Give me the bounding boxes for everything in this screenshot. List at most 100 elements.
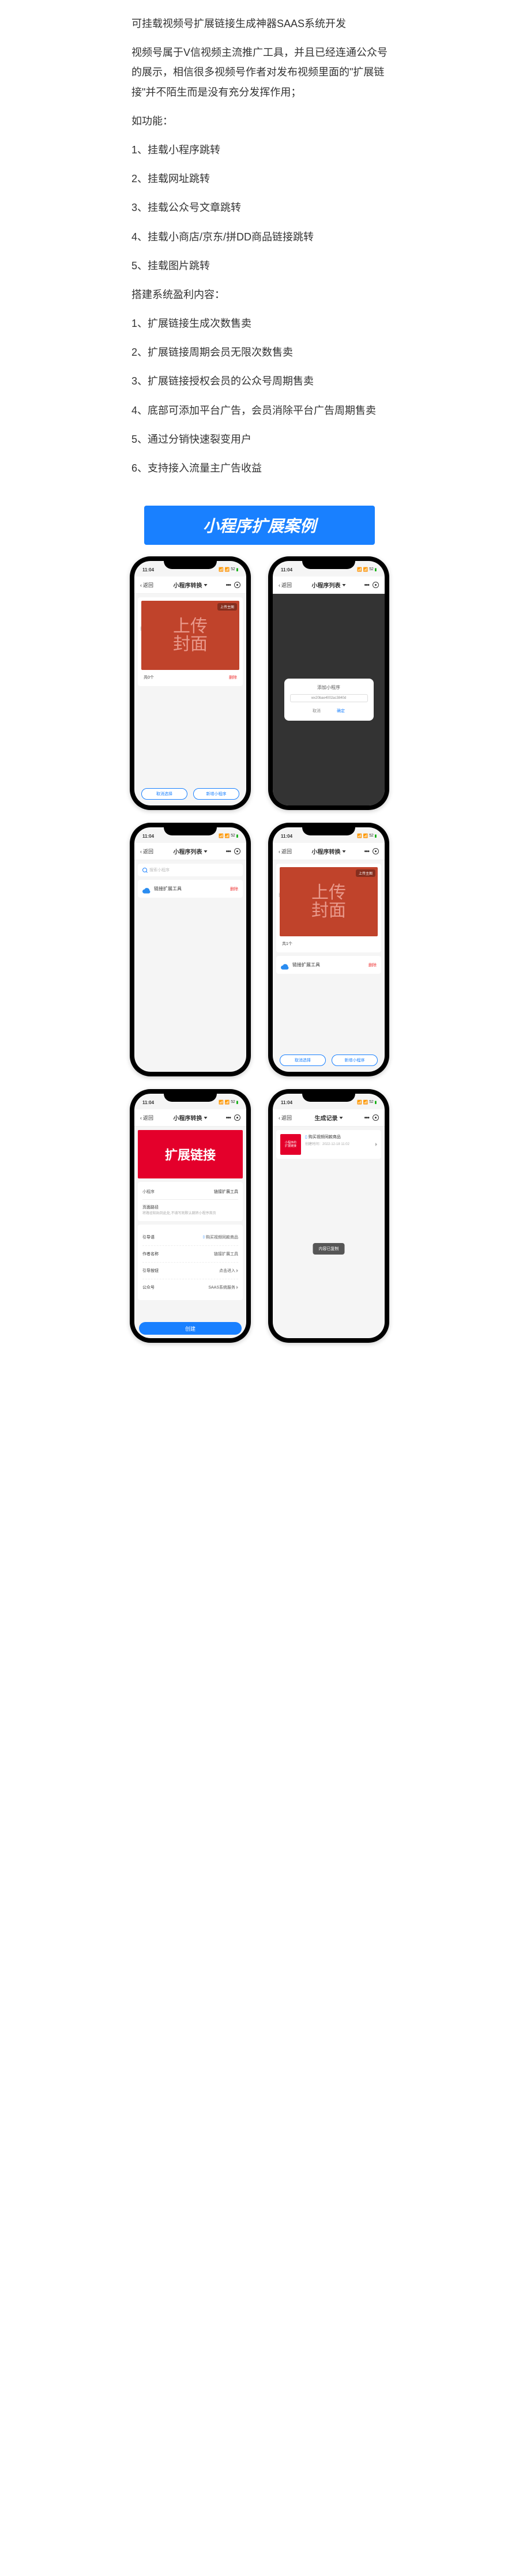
link-icon: ▯: [305, 1135, 307, 1139]
item-count: 共1个: [282, 941, 292, 947]
feature-item: 5、挂载图片跳转: [131, 256, 388, 276]
phone-screen: 11:04 📶📶52▮ ‹ 返回 小程序转换 ••• https://www.h…: [273, 827, 385, 1072]
row-label: 公众号: [142, 1285, 155, 1290]
upload-main-button[interactable]: 上传主图: [356, 869, 375, 877]
close-icon[interactable]: [373, 1114, 379, 1121]
close-icon[interactable]: [234, 848, 240, 854]
status-icons: 📶📶52▮: [219, 567, 238, 572]
section-banner-wrap: 小程序扩展案例: [0, 506, 519, 545]
form-row-guide-text[interactable]: 引导语 ▯购买视频同款商品: [142, 1229, 238, 1246]
create-button[interactable]: 创建: [139, 1322, 242, 1335]
delete-action[interactable]: 删除: [229, 675, 237, 680]
cancel-select-button[interactable]: 取消选择: [280, 1054, 326, 1066]
phone-screen: 11:04 📶📶52▮ ‹ 返回 小程序列表 ••• 添加小程序 wx20bae…: [273, 561, 385, 805]
form-section-top: 小程序 链接扩展工具 页面路径 将路径粘贴到此处,不填写则默认跳转小程序首页: [138, 1182, 243, 1221]
nav-title[interactable]: 生成记录: [315, 1113, 343, 1122]
close-icon[interactable]: [234, 1114, 240, 1121]
back-button[interactable]: ‹ 返回: [140, 1114, 153, 1121]
menu-icon[interactable]: •••: [364, 1114, 369, 1121]
delete-button[interactable]: 删除: [230, 886, 238, 892]
item-count: 共0个: [144, 675, 154, 680]
item-count-row: 共1个: [280, 936, 378, 947]
row-label: 引导语: [142, 1234, 155, 1240]
status-time: 11:04: [281, 834, 292, 839]
menu-icon[interactable]: •••: [364, 582, 369, 589]
appid-input[interactable]: wx20bae4002ac3840d: [290, 694, 368, 702]
nav-actions: •••: [364, 848, 379, 855]
upload-card: 上传主图 上传 封面 共1个: [276, 864, 381, 952]
phone-screenshots-grid: 11:04 📶📶52▮ ‹ 返回 小程序转换 ••• https://www.h…: [127, 545, 392, 1366]
path-hint[interactable]: 将路径粘贴到此处,不填写则默认跳转小程序首页: [142, 1211, 238, 1216]
upload-card: 上传主图 上传 封面 共0个 删除: [138, 597, 243, 686]
row-value: 链接扩展工具: [214, 1251, 238, 1257]
nav-title[interactable]: 小程序列表: [312, 581, 346, 589]
copied-toast: 内容已复制: [313, 1243, 345, 1255]
close-icon[interactable]: [234, 582, 240, 588]
form-row-miniprogram[interactable]: 小程序 链接扩展工具: [142, 1187, 238, 1197]
modal-cancel-button[interactable]: 取消: [309, 707, 324, 715]
close-icon[interactable]: [373, 582, 379, 588]
search-bar[interactable]: 搜索小程序: [138, 864, 243, 876]
back-button[interactable]: ‹ 返回: [140, 848, 153, 855]
status-icons: 📶📶52▮: [357, 834, 377, 838]
nav-bar: ‹ 返回 小程序列表 •••: [134, 843, 246, 860]
tool-name: 链接扩展工具: [154, 886, 227, 892]
form-row-official-account[interactable]: 公众号 SAAS系统服务: [142, 1279, 238, 1295]
chevron-right-icon: [236, 1286, 238, 1289]
row-value: ▯购买视频同款商品: [203, 1234, 238, 1240]
profit-item: 2、扩展链接周期会员无限次数售卖: [131, 342, 388, 362]
modal-confirm-button[interactable]: 确定: [333, 707, 348, 715]
menu-icon[interactable]: •••: [225, 848, 231, 855]
article-title: 可挂载视频号扩展链接生成神器SAAS系统开发: [131, 14, 388, 33]
nav-title[interactable]: 小程序转换: [312, 847, 346, 856]
tool-list-item[interactable]: 链接扩展工具 删除: [138, 880, 243, 898]
add-miniprogram-button[interactable]: 新增小程序: [193, 788, 239, 800]
path-label: 页面路径: [142, 1202, 238, 1211]
close-icon[interactable]: [373, 848, 379, 854]
cancel-select-button[interactable]: 取消选择: [141, 788, 187, 800]
search-icon: [142, 868, 147, 872]
modal-overlay[interactable]: 添加小程序 wx20bae4002ac3840d 取消 确定: [273, 594, 385, 805]
form-label: 小程序: [142, 1189, 155, 1195]
upload-placeholder: 封面: [173, 635, 208, 654]
add-miniprogram-button[interactable]: 新增小程序: [332, 1054, 378, 1066]
record-timestamp: 创建时间：2022-12-18 11:02: [305, 1141, 371, 1146]
status-time: 11:04: [281, 567, 292, 573]
menu-icon[interactable]: •••: [225, 1114, 231, 1121]
extension-banner: 扩展链接: [138, 1130, 243, 1178]
nav-bar: ‹ 返回 小程序转换 •••: [134, 1109, 246, 1127]
phone-mockup: 11:04 📶📶52▮ ‹ 返回 小程序转换 ••• https://www.h…: [268, 823, 389, 1076]
form-row-button-text[interactable]: 引导按钮 点击进入: [142, 1263, 238, 1279]
upload-main-button[interactable]: 上传主图: [217, 603, 237, 611]
delete-button[interactable]: 删除: [368, 962, 377, 968]
bottom-actions: 取消选择 新增小程序: [273, 1054, 385, 1066]
upload-placeholder: 封面: [311, 902, 346, 920]
nav-title[interactable]: 小程序转换: [174, 581, 208, 589]
status-time: 11:04: [142, 834, 154, 839]
profit-heading: 搭建系统盈利内容：: [131, 285, 388, 304]
record-info: ▯ 购买视频同款商品 创建时间：2022-12-18 11:02: [305, 1134, 371, 1155]
nav-title[interactable]: 小程序转换: [174, 1113, 208, 1122]
back-button[interactable]: ‹ 返回: [279, 848, 292, 855]
record-item[interactable]: 小程序的 扩展链接 ▯ 购买视频同款商品 创建时间：2022-12-18 11:…: [276, 1130, 381, 1159]
phone-mockup: 11:04 📶📶52▮ ‹ 返回 生成记录 ••• 小程序的 扩展链接: [268, 1089, 389, 1343]
back-button[interactable]: ‹ 返回: [279, 1114, 292, 1121]
upload-cover-area[interactable]: 上传主图 上传 封面: [280, 867, 378, 936]
tool-list-item[interactable]: 链接扩展工具 删除: [276, 956, 381, 974]
nav-title[interactable]: 小程序列表: [174, 847, 208, 856]
section-banner: 小程序扩展案例: [144, 506, 375, 545]
phone-notch: [164, 823, 217, 835]
screen-body: https://www.huzhan.com/ishop12277 上传主图 上…: [134, 594, 246, 805]
feature-item: 3、挂载公众号文章跳转: [131, 198, 388, 217]
screen-body: https://www.huzhan.com/ishop12277 上传主图 上…: [273, 860, 385, 1072]
menu-icon[interactable]: •••: [225, 582, 231, 589]
back-button[interactable]: ‹ 返回: [279, 581, 292, 589]
menu-icon[interactable]: •••: [364, 848, 369, 855]
back-button[interactable]: ‹ 返回: [140, 581, 153, 589]
form-row-author[interactable]: 作者名称 链接扩展工具: [142, 1246, 238, 1263]
bottom-actions: 取消选择 新增小程序: [134, 788, 246, 800]
nav-bar: ‹ 返回 小程序转换 •••: [273, 843, 385, 860]
status-time: 11:04: [142, 1100, 154, 1105]
modal-actions: 取消 确定: [290, 707, 368, 715]
upload-cover-area[interactable]: 上传主图 上传 封面: [141, 601, 239, 670]
